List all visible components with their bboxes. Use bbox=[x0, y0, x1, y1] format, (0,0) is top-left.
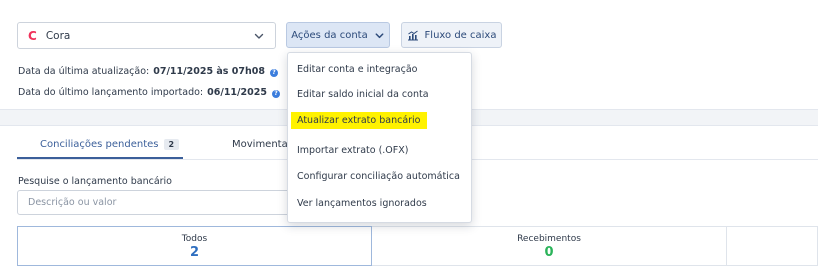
summary-title: Todos bbox=[181, 234, 208, 244]
menu-item-ignored-entries[interactable]: Ver lançamentos ignorados bbox=[297, 198, 427, 209]
account-actions-label: Ações da conta bbox=[291, 29, 368, 41]
summary-value: 2 bbox=[189, 245, 200, 260]
cash-flow-label: Fluxo de caixa bbox=[424, 29, 497, 41]
summary-card-all[interactable]: Todos 2 bbox=[17, 226, 372, 266]
account-actions-menu: Editar conta e integração Editar saldo i… bbox=[287, 52, 472, 223]
pending-count-badge: 2 bbox=[163, 139, 180, 150]
last-entry-value: 06/11/2025 bbox=[207, 87, 267, 98]
account-name: Cora bbox=[45, 29, 71, 42]
search-input[interactable] bbox=[17, 190, 297, 215]
account-actions-button[interactable]: Ações da conta bbox=[286, 22, 390, 48]
menu-item-edit-initial-balance[interactable]: Editar saldo inicial da conta bbox=[297, 89, 429, 100]
summary-title: Recebimentos bbox=[517, 234, 581, 244]
account-select[interactable]: C Cora bbox=[17, 22, 276, 49]
menu-item-edit-account[interactable]: Editar conta e integração bbox=[297, 64, 417, 75]
menu-item-auto-reconciliation[interactable]: Configurar conciliação automática bbox=[297, 171, 460, 182]
chart-icon bbox=[407, 30, 419, 41]
help-icon[interactable]: ? bbox=[271, 90, 280, 98]
menu-item-update-statement[interactable]: Atualizar extrato bancário bbox=[291, 112, 427, 129]
chevron-down-icon bbox=[254, 33, 264, 39]
last-entry-label: Data do último lançamento importado: bbox=[18, 87, 204, 98]
last-update-label: Data da última atualização: bbox=[18, 66, 150, 77]
summary-card-receipts[interactable]: Recebimentos 0 bbox=[372, 226, 727, 266]
summary-row: Todos 2 Recebimentos 0 bbox=[17, 226, 818, 266]
tab-pending-label: Conciliações pendentes bbox=[40, 139, 159, 150]
search-label: Pesquise o lançamento bancário bbox=[18, 176, 172, 187]
menu-item-import-ofx[interactable]: Importar extrato (.OFX) bbox=[297, 145, 408, 156]
last-update-info: Data da última atualização: 07/11/2025 às… bbox=[18, 66, 278, 77]
cash-flow-button[interactable]: Fluxo de caixa bbox=[401, 22, 502, 48]
bank-logo: C bbox=[28, 28, 37, 43]
chevron-down-icon bbox=[374, 30, 385, 41]
summary-card-partial[interactable] bbox=[727, 226, 818, 266]
help-icon[interactable]: ? bbox=[269, 69, 278, 77]
last-update-value: 07/11/2025 às 07h08 bbox=[153, 66, 265, 77]
last-entry-info: Data do último lançamento importado: 06/1… bbox=[18, 87, 280, 98]
summary-value: 0 bbox=[544, 245, 554, 260]
tab-pending-reconciliations[interactable]: Conciliações pendentes 2 bbox=[40, 139, 180, 150]
